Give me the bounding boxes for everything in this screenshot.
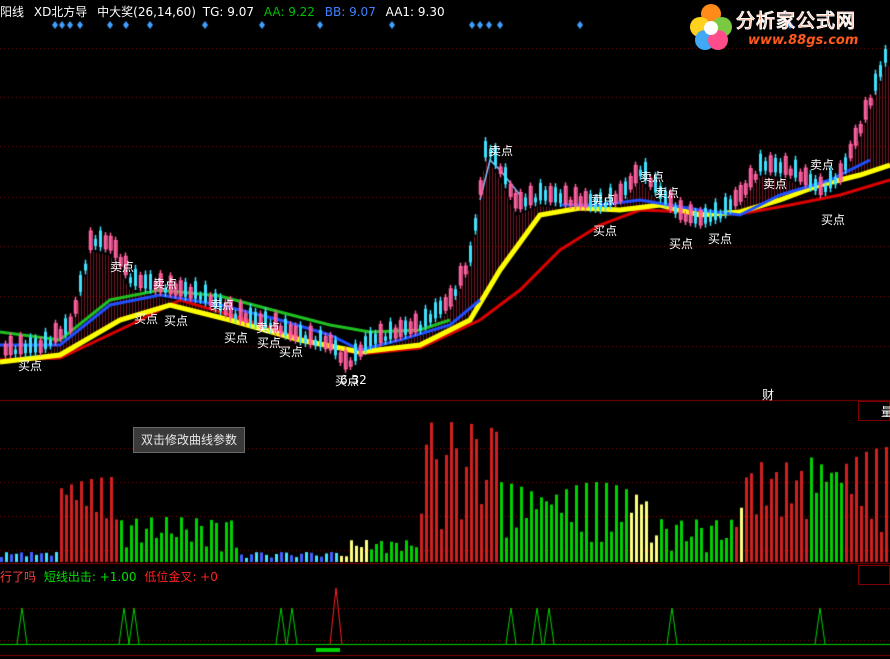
stock-chart-canvas[interactable] xyxy=(0,0,890,659)
signal-panel-button[interactable] xyxy=(858,565,890,585)
buy-point-label: 买点 xyxy=(279,345,304,359)
buy-point-label: 买点 xyxy=(164,314,189,328)
short-term-attack-value: 短线出击: +1.00 xyxy=(43,570,137,584)
sell-point-label: 卖点 xyxy=(810,158,835,172)
aa-value: AA: 9.22 xyxy=(263,5,315,19)
stock-name: XD北方导 xyxy=(33,5,88,19)
logo-title: 分析家公式网 xyxy=(736,10,857,32)
volume-panel-button[interactable]: 量 xyxy=(858,401,890,421)
signal-title: 行了吗 xyxy=(0,570,37,584)
sell-point-label: 卖点 xyxy=(655,186,680,200)
edit-params-tooltip: 双击修改曲线参数 xyxy=(133,427,245,453)
buy-point-label: 买点 xyxy=(335,374,360,388)
indicator-header: 阳线 XD北方导 中大奖(26,14,60) TG: 9.07 AA: 9.22… xyxy=(0,3,451,20)
flower-logo-icon xyxy=(690,4,732,50)
aa1-value: AA1: 9.30 xyxy=(385,5,445,19)
buy-point-label: 买点 xyxy=(708,232,733,246)
sell-point-label: 卖点 xyxy=(110,260,135,274)
volume-button-label: 量 xyxy=(881,405,890,419)
buy-point-label: 买点 xyxy=(134,312,159,326)
chart-type-label: 阳线 xyxy=(0,5,25,19)
buy-point-label: 买点 xyxy=(669,237,694,251)
tg-value: TG: 9.07 xyxy=(202,5,254,19)
sell-point-label: 卖点 xyxy=(489,144,514,158)
bb-value: BB: 9.07 xyxy=(324,5,376,19)
low-gold-cross-value: 低位金叉: +0 xyxy=(144,570,218,584)
buy-point-label: 买点 xyxy=(593,224,618,238)
sell-point-label: 卖点 xyxy=(763,177,788,191)
sell-point-label: 卖点 xyxy=(591,193,616,207)
sell-point-label: 卖点 xyxy=(210,298,235,312)
signal-panel-header: 行了吗 短线出击: +1.00 低位金叉: +0 xyxy=(0,568,218,585)
buy-point-label: 买点 xyxy=(257,336,282,350)
sell-point-label: 卖点 xyxy=(640,170,665,184)
indicator-name[interactable]: 中大奖(26,14,60) xyxy=(97,5,196,19)
buy-point-label: 买点 xyxy=(224,331,249,345)
financial-report-marker[interactable]: 财 xyxy=(762,386,774,403)
buy-point-label: 买点 xyxy=(821,213,846,227)
sell-point-label: 卖点 xyxy=(256,321,281,335)
sell-point-label: 卖点 xyxy=(153,277,178,291)
buy-point-label: 买点 xyxy=(18,359,43,373)
site-logo: 分析家公式网 www.88gs.com xyxy=(688,2,888,56)
logo-url: www.88gs.com xyxy=(748,33,859,48)
